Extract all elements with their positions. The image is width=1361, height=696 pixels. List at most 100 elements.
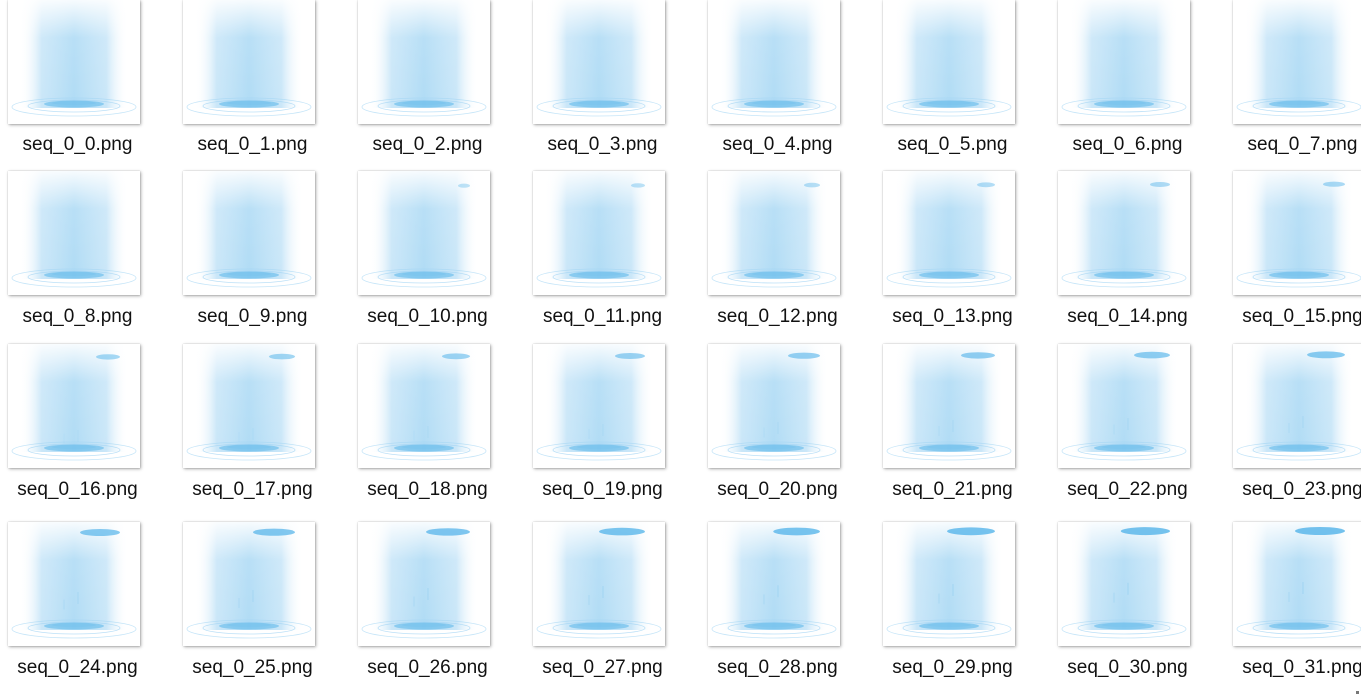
beam-graphic	[1061, 522, 1187, 639]
file-name-label: seq_0_2.png	[372, 134, 483, 155]
image-thumbnail-icon[interactable]	[708, 0, 840, 124]
file-name-label: seq_0_26.png	[367, 657, 488, 678]
file-name-label: seq_0_1.png	[197, 134, 308, 155]
file-name-label: seq_0_24.png	[17, 657, 138, 678]
file-item[interactable]: seq_0_14.png	[1050, 171, 1225, 341]
beam-graphic	[186, 171, 312, 288]
file-item[interactable]: seq_0_4.png	[700, 0, 875, 170]
file-name-label: seq_0_28.png	[717, 657, 838, 678]
file-item[interactable]: seq_0_18.png	[350, 344, 525, 514]
file-item[interactable]: seq_0_6.png	[1050, 0, 1225, 170]
file-name-label: seq_0_23.png	[1242, 479, 1361, 500]
file-item[interactable]: seq_0_28.png	[700, 522, 875, 692]
beam-graphic	[11, 171, 137, 288]
file-item[interactable]: seq_0_1.png	[175, 0, 350, 170]
image-thumbnail-icon[interactable]	[1233, 522, 1361, 646]
file-name-label: seq_0_12.png	[717, 306, 838, 327]
file-item[interactable]: seq_0_30.png	[1050, 522, 1225, 692]
image-thumbnail-icon[interactable]	[1058, 171, 1190, 295]
file-item[interactable]: seq_0_17.png	[175, 344, 350, 514]
image-thumbnail-icon[interactable]	[533, 171, 665, 295]
beam-graphic	[711, 344, 837, 461]
image-thumbnail-icon[interactable]	[708, 522, 840, 646]
image-thumbnail-icon[interactable]	[358, 344, 490, 468]
file-item[interactable]: seq_0_26.png	[350, 522, 525, 692]
file-name-label: seq_0_11.png	[542, 306, 663, 327]
file-name-label: seq_0_20.png	[717, 479, 838, 500]
image-thumbnail-icon[interactable]	[1233, 171, 1361, 295]
beam-graphic	[1061, 344, 1187, 461]
file-name-label: seq_0_7.png	[1247, 134, 1358, 155]
image-thumbnail-icon[interactable]	[1058, 0, 1190, 124]
image-thumbnail-icon[interactable]	[183, 522, 315, 646]
file-item[interactable]: seq_0_23.png	[1225, 344, 1361, 514]
file-item[interactable]: seq_0_7.png	[1225, 0, 1361, 170]
file-name-label: seq_0_3.png	[547, 134, 658, 155]
image-thumbnail-icon[interactable]	[883, 171, 1015, 295]
image-thumbnail-icon[interactable]	[8, 522, 140, 646]
image-thumbnail-icon[interactable]	[358, 522, 490, 646]
beam-graphic	[11, 0, 137, 117]
file-name-label: seq_0_29.png	[892, 657, 1013, 678]
file-item[interactable]: seq_0_27.png	[525, 522, 700, 692]
file-name-label: seq_0_9.png	[197, 306, 308, 327]
file-item[interactable]: seq_0_22.png	[1050, 344, 1225, 514]
file-item[interactable]: seq_0_21.png	[875, 344, 1050, 514]
beam-graphic	[361, 171, 487, 288]
file-item[interactable]: seq_0_24.png	[0, 522, 175, 692]
file-item[interactable]: seq_0_13.png	[875, 171, 1050, 341]
file-name-label: seq_0_25.png	[192, 657, 313, 678]
image-thumbnail-icon[interactable]	[183, 171, 315, 295]
image-thumbnail-icon[interactable]	[1058, 522, 1190, 646]
file-item[interactable]: seq_0_15.png	[1225, 171, 1361, 341]
file-item[interactable]: seq_0_25.png	[175, 522, 350, 692]
image-thumbnail-icon[interactable]	[1233, 0, 1361, 124]
image-thumbnail-icon[interactable]	[8, 344, 140, 468]
image-thumbnail-icon[interactable]	[183, 344, 315, 468]
beam-graphic	[186, 0, 312, 117]
file-item[interactable]: seq_0_3.png	[525, 0, 700, 170]
beam-graphic	[1236, 522, 1361, 639]
file-item[interactable]: seq_0_5.png	[875, 0, 1050, 170]
file-item[interactable]: seq_0_0.png	[0, 0, 175, 170]
image-thumbnail-icon[interactable]	[1058, 344, 1190, 468]
file-item[interactable]: seq_0_20.png	[700, 344, 875, 514]
beam-graphic	[11, 522, 137, 639]
image-thumbnail-icon[interactable]	[883, 0, 1015, 124]
file-item[interactable]: seq_0_19.png	[525, 344, 700, 514]
file-name-label: seq_0_30.png	[1067, 657, 1188, 678]
file-item[interactable]: seq_0_9.png	[175, 171, 350, 341]
file-name-label: seq_0_16.png	[17, 479, 138, 500]
file-item[interactable]: seq_0_16.png	[0, 344, 175, 514]
resize-corner[interactable]	[1356, 691, 1359, 694]
beam-graphic	[536, 522, 662, 639]
file-name-label: seq_0_4.png	[722, 134, 833, 155]
file-item[interactable]: seq_0_8.png	[0, 171, 175, 341]
beam-graphic	[361, 0, 487, 117]
image-thumbnail-icon[interactable]	[533, 522, 665, 646]
file-item[interactable]: seq_0_10.png	[350, 171, 525, 341]
image-thumbnail-icon[interactable]	[1233, 344, 1361, 468]
image-thumbnail-icon[interactable]	[8, 0, 140, 124]
image-thumbnail-icon[interactable]	[183, 0, 315, 124]
beam-graphic	[186, 522, 312, 639]
file-item[interactable]: seq_0_29.png	[875, 522, 1050, 692]
file-item[interactable]: seq_0_12.png	[700, 171, 875, 341]
beam-graphic	[11, 344, 137, 461]
image-thumbnail-icon[interactable]	[708, 344, 840, 468]
file-item[interactable]: seq_0_2.png	[350, 0, 525, 170]
image-thumbnail-icon[interactable]	[8, 171, 140, 295]
image-thumbnail-icon[interactable]	[533, 0, 665, 124]
beam-graphic	[536, 0, 662, 117]
image-thumbnail-icon[interactable]	[358, 171, 490, 295]
image-thumbnail-icon[interactable]	[883, 522, 1015, 646]
image-thumbnail-icon[interactable]	[708, 171, 840, 295]
beam-graphic	[536, 171, 662, 288]
image-thumbnail-icon[interactable]	[358, 0, 490, 124]
image-thumbnail-icon[interactable]	[533, 344, 665, 468]
beam-graphic	[361, 344, 487, 461]
image-thumbnail-icon[interactable]	[883, 344, 1015, 468]
file-item[interactable]: seq_0_31.png	[1225, 522, 1361, 692]
file-name-label: seq_0_31.png	[1242, 657, 1361, 678]
file-item[interactable]: seq_0_11.png	[525, 171, 700, 341]
